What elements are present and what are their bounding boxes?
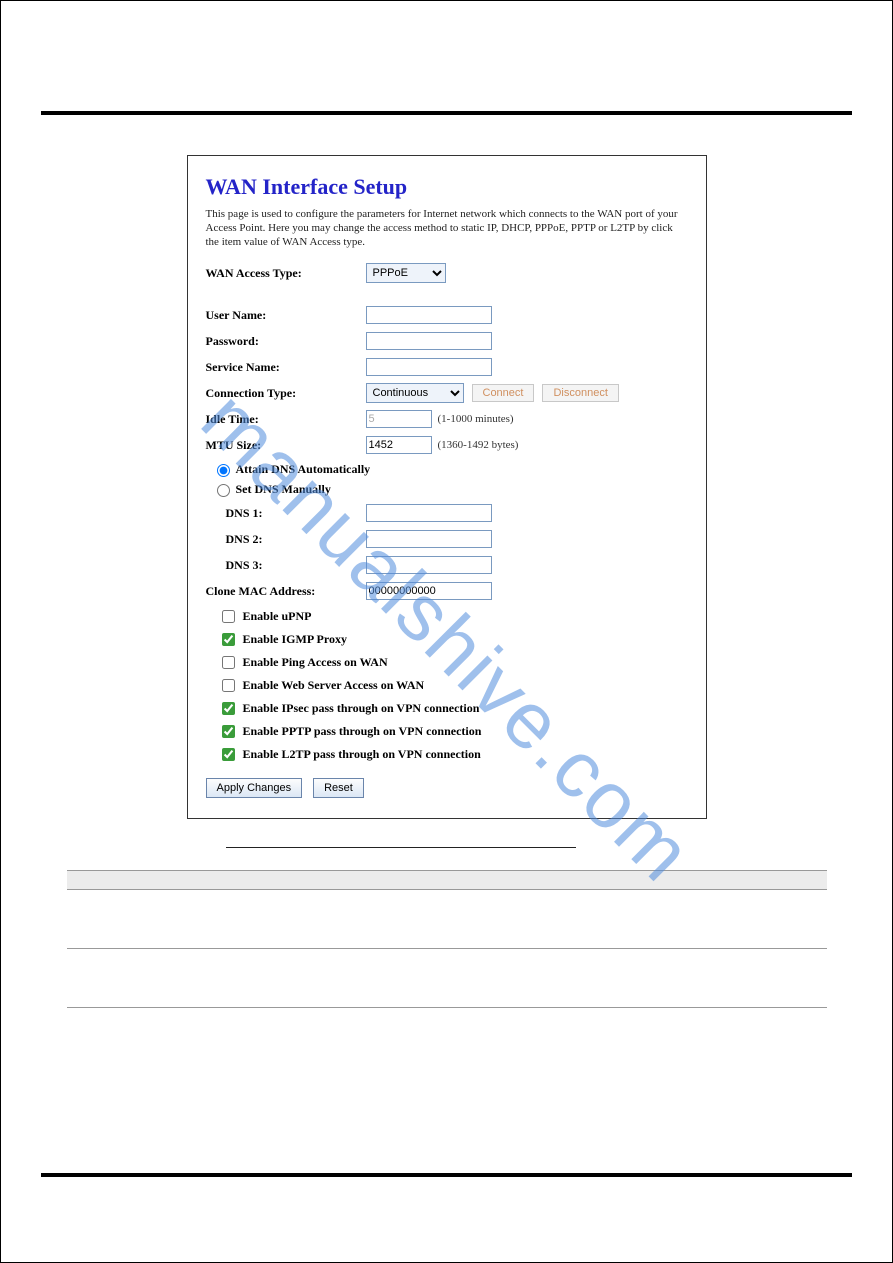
attain-dns-label: Attain DNS Automatically	[236, 462, 371, 477]
section-divider	[226, 847, 576, 848]
option-checkbox[interactable]	[222, 702, 235, 715]
option-label: Enable PPTP pass through on VPN connecti…	[243, 724, 482, 739]
mtu-size-input[interactable]	[366, 436, 432, 454]
option-label: Enable uPNP	[243, 609, 312, 624]
idle-time-input	[366, 410, 432, 428]
option-label: Enable IGMP Proxy	[243, 632, 347, 647]
option-checkbox[interactable]	[222, 679, 235, 692]
mtu-size-label: MTU Size:	[206, 438, 366, 453]
reset-button[interactable]: Reset	[313, 778, 364, 798]
page-title: WAN Interface Setup	[206, 174, 688, 200]
user-name-input[interactable]	[366, 306, 492, 324]
set-dns-label: Set DNS Manually	[236, 482, 331, 497]
checkbox-row: Enable L2TP pass through on VPN connecti…	[218, 745, 688, 764]
checkbox-row: Enable PPTP pass through on VPN connecti…	[218, 722, 688, 741]
connection-type-select[interactable]: Continuous	[366, 383, 464, 403]
dns3-input[interactable]	[366, 556, 492, 574]
apply-changes-button[interactable]: Apply Changes	[206, 778, 303, 798]
connect-button[interactable]: Connect	[472, 384, 535, 402]
option-label: Enable Web Server Access on WAN	[243, 678, 425, 693]
option-checkbox[interactable]	[222, 656, 235, 669]
checkbox-row: Enable Ping Access on WAN	[218, 653, 688, 672]
option-checkbox[interactable]	[222, 610, 235, 623]
mtu-size-hint: (1360-1492 bytes)	[438, 439, 519, 451]
password-label: Password:	[206, 334, 366, 349]
checkbox-row: Enable Web Server Access on WAN	[218, 676, 688, 695]
idle-time-label: Idle Time:	[206, 412, 366, 427]
thin-divider-2	[67, 1007, 827, 1008]
option-checkbox[interactable]	[222, 748, 235, 761]
dns1-label: DNS 1:	[206, 506, 366, 521]
dns2-label: DNS 2:	[206, 532, 366, 547]
option-label: Enable Ping Access on WAN	[243, 655, 388, 670]
thin-divider-1	[67, 948, 827, 949]
checkbox-row: Enable IGMP Proxy	[218, 630, 688, 649]
option-checkbox[interactable]	[222, 633, 235, 646]
service-name-input[interactable]	[366, 358, 492, 376]
clone-mac-label: Clone MAC Address:	[206, 584, 366, 599]
wan-access-type-label: WAN Access Type:	[206, 266, 366, 281]
dns2-input[interactable]	[366, 530, 492, 548]
option-checkbox[interactable]	[222, 725, 235, 738]
checkbox-row: Enable uPNP	[218, 607, 688, 626]
dns1-input[interactable]	[366, 504, 492, 522]
gray-band	[67, 870, 827, 890]
wan-access-type-select[interactable]: PPPoE	[366, 263, 446, 283]
top-rule	[41, 111, 852, 115]
wan-setup-panel: WAN Interface Setup This page is used to…	[187, 155, 707, 819]
idle-time-hint: (1-1000 minutes)	[438, 413, 514, 425]
option-label: Enable L2TP pass through on VPN connecti…	[243, 747, 481, 762]
set-dns-radio[interactable]	[217, 484, 230, 497]
password-input[interactable]	[366, 332, 492, 350]
dns3-label: DNS 3:	[206, 558, 366, 573]
connection-type-label: Connection Type:	[206, 386, 366, 401]
clone-mac-input[interactable]	[366, 582, 492, 600]
bottom-rule	[41, 1173, 852, 1177]
disconnect-button[interactable]: Disconnect	[542, 384, 618, 402]
checkbox-row: Enable IPsec pass through on VPN connect…	[218, 699, 688, 718]
attain-dns-radio[interactable]	[217, 464, 230, 477]
option-label: Enable IPsec pass through on VPN connect…	[243, 701, 480, 716]
user-name-label: User Name:	[206, 308, 366, 323]
service-name-label: Service Name:	[206, 360, 366, 375]
page-description: This page is used to configure the param…	[206, 208, 688, 249]
